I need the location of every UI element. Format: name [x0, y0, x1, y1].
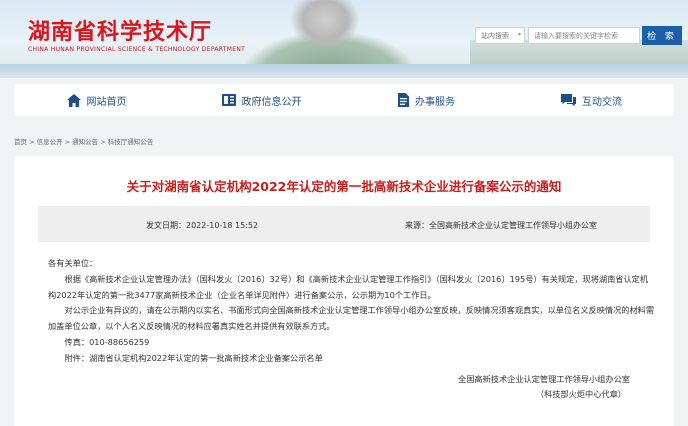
banner-water: [0, 64, 688, 78]
article-title: 关于对湖南省认定机构2022年认定的第一批高新技术企业进行备案公示的通知: [126, 179, 562, 194]
nav-item-services[interactable]: 办事服务: [344, 84, 509, 116]
site-subtitle: CHINA HUNAN PROVINCIAL SCIENCE & TECHNOL…: [28, 46, 246, 53]
salutation: 各有关单位：: [48, 258, 98, 268]
search-button[interactable]: 检 索: [642, 26, 682, 45]
breadcrumb[interactable]: 首页 > 信息公开 > 通知公告 > 科技厅通知公告: [14, 136, 153, 146]
nav-item-gov-info[interactable]: 政府信息公开: [179, 84, 344, 116]
banner-statue: [290, 0, 360, 50]
nav-item-home[interactable]: 网站首页: [14, 84, 179, 116]
signature: 全国高新技术企业认定管理工作领导小组办公室: [458, 373, 630, 384]
chat-icon: [561, 93, 576, 106]
book-icon: [221, 94, 236, 106]
fax-line: 传真：010-88656259: [64, 336, 150, 347]
chevron-down-icon: ▾: [517, 31, 521, 38]
paragraph: 根据《高新技术企业认定管理办法》（国科发火〔2016〕32号）和《高新技术企业认…: [48, 273, 649, 300]
home-icon: [66, 93, 81, 107]
nav-label: 办事服务: [415, 96, 455, 108]
nav-item-interaction[interactable]: 互动交流: [509, 84, 674, 116]
article-card: 关于对湖南省认定机构2022年认定的第一批高新技术企业进行备案公示的通知 发文日…: [14, 156, 674, 426]
nav-label: 网站首页: [86, 96, 127, 108]
article-source: 来源：全国高新技术企业认定管理工作领导小组办公室: [405, 221, 597, 230]
attachment-link[interactable]: 附件：湖南省认定机构2022年认定的第一批高新技术企业备案公示名单: [48, 351, 654, 367]
site-title[interactable]: 湖南省科学技术厅: [28, 14, 212, 46]
article-meta: 发文日期：2022-10-18 15:52 来源：全国高新技术企业认定管理工作领…: [38, 206, 650, 242]
publish-date: 发文日期：2022-10-18 15:52: [146, 221, 259, 230]
nav-label: 政府信息公开: [241, 96, 302, 108]
article-body: 各有关单位： 根据《高新技术企业认定管理办法》（国科发火〔2016〕32号）和《…: [48, 256, 654, 403]
header-banner: 湖南省科学技术厅 CHINA HUNAN PROVINCIAL SCIENCE …: [0, 0, 688, 78]
signature-note: （科技部火炬中心代章）: [535, 389, 626, 400]
document-icon: [398, 93, 409, 107]
nav-label: 互动交流: [582, 96, 622, 108]
search-scope-label: 站内搜索: [481, 32, 509, 40]
main-nav: 网站首页 政府信息公开 办事服务 互动交流: [14, 84, 674, 116]
search-input[interactable]: [528, 27, 640, 44]
search-scope-select[interactable]: 站内搜索 ▾: [475, 27, 525, 44]
paragraph: 对公示企业有异议的，请在公示期内以实名、书面形式向全国高新技术企业认定管理工作领…: [48, 305, 655, 332]
